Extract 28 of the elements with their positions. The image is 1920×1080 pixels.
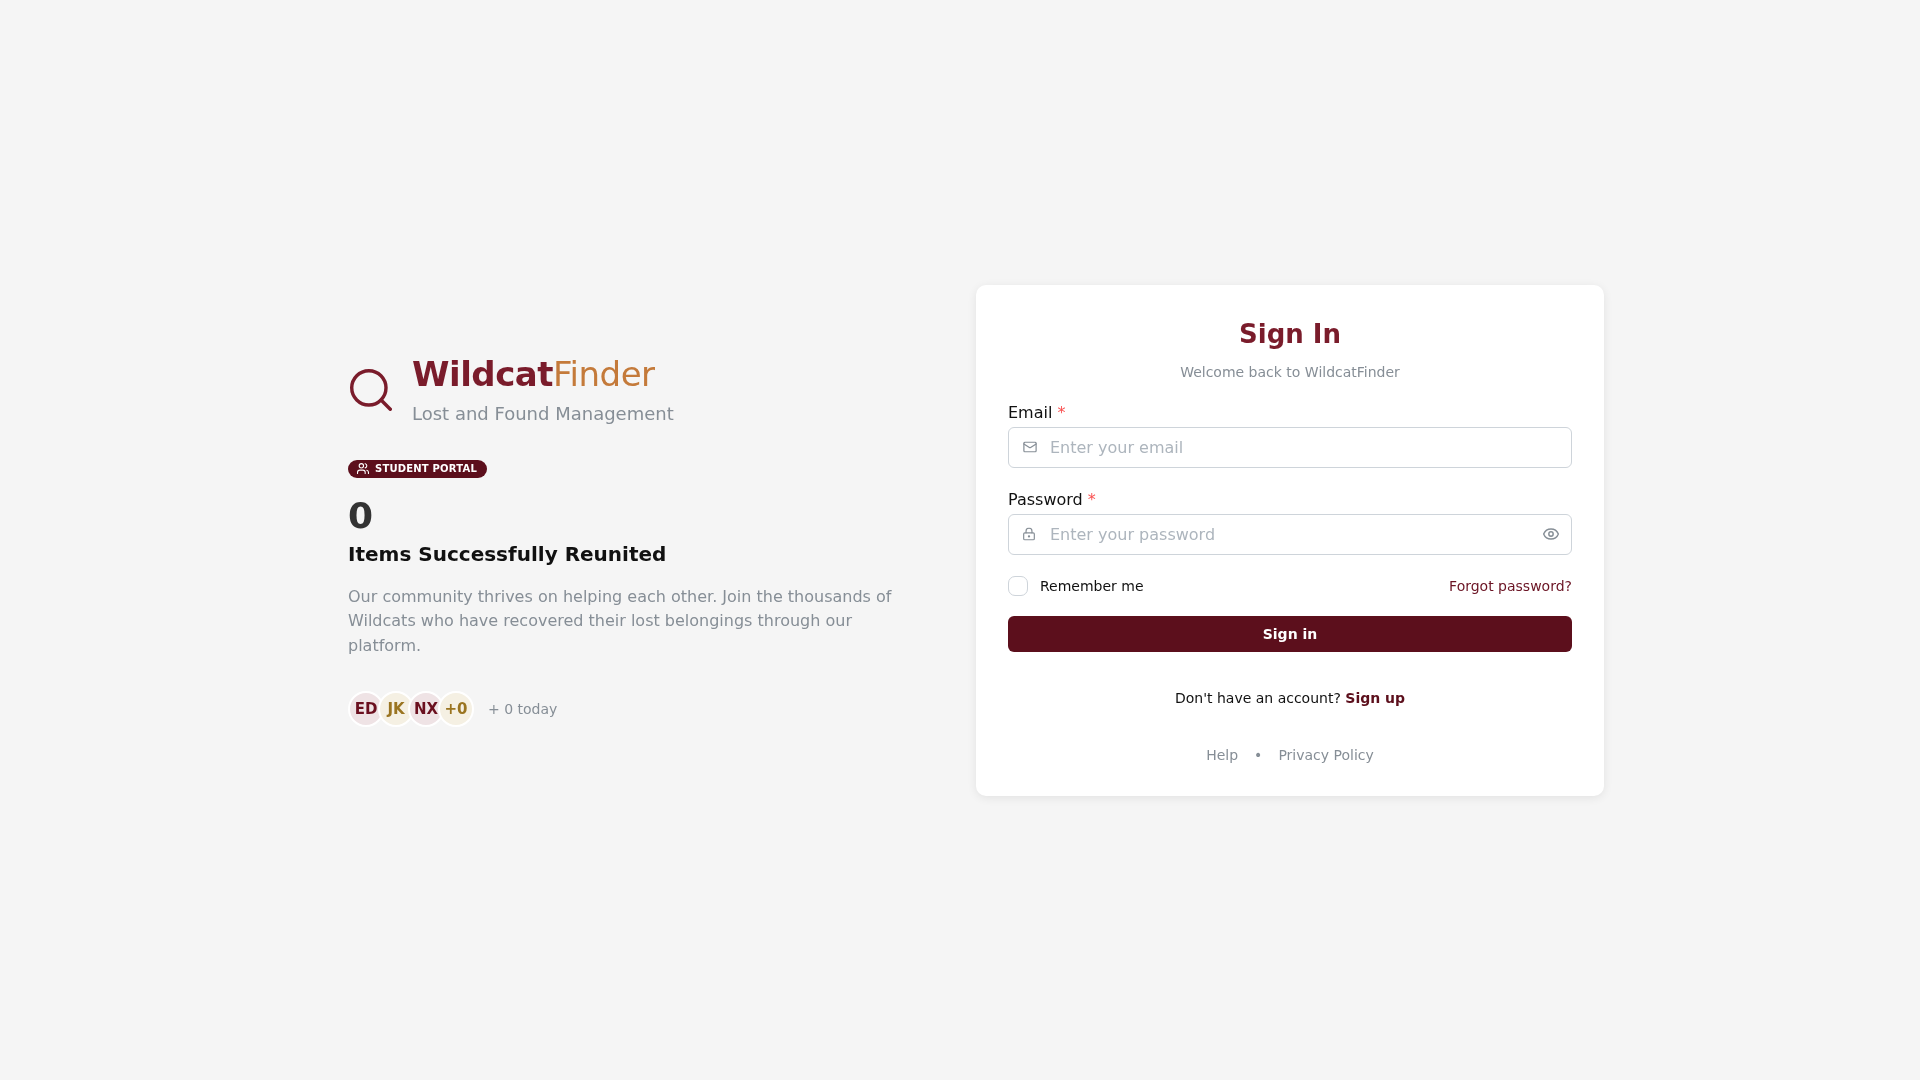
sign-in-button[interactable]: Sign in	[1008, 615, 1572, 652]
app-title: WildcatFinder	[412, 352, 655, 395]
search-icon	[350, 368, 392, 411]
stat-description: Our community thrives on helping each other. Join the thousands of Wildcats who have recovered their lost belongings through our platform.	[348, 585, 893, 657]
required-mark: *	[1057, 401, 1066, 424]
stat-value: 0	[348, 493, 374, 537]
lock-icon	[1023, 527, 1035, 541]
bullet-separator: •	[1254, 745, 1263, 765]
card-subtitle: Welcome back to WildcatFinder	[1180, 362, 1400, 382]
stat-title: Items Successfully Reunited	[348, 540, 667, 568]
eye-icon[interactable]	[1543, 528, 1559, 540]
signup-prompt: Don't have an account? Sign up	[1174, 688, 1406, 708]
remember-checkbox[interactable]	[1008, 575, 1028, 596]
field-label: Password	[1008, 488, 1083, 511]
email-field[interactable]: Enter your email	[1008, 426, 1572, 468]
forgot-password-link[interactable]: Forgot password?	[1449, 575, 1572, 596]
required-mark: *	[1087, 488, 1096, 511]
activity-text: + 0 today	[488, 700, 558, 720]
password-field[interactable]: Enter your password	[1008, 513, 1572, 555]
sign-up-link[interactable]: Sign up	[1345, 689, 1406, 706]
badge-label: STUDENT PORTAL	[375, 462, 477, 475]
users-icon	[357, 463, 369, 475]
remember-label: Remember me	[1040, 576, 1144, 596]
card-title: Sign In	[1239, 318, 1341, 350]
mail-icon	[1023, 441, 1037, 453]
field-label: Email	[1008, 401, 1053, 424]
user-avatar: +0	[438, 691, 474, 728]
app-tagline: Lost and Found Management	[412, 401, 674, 426]
